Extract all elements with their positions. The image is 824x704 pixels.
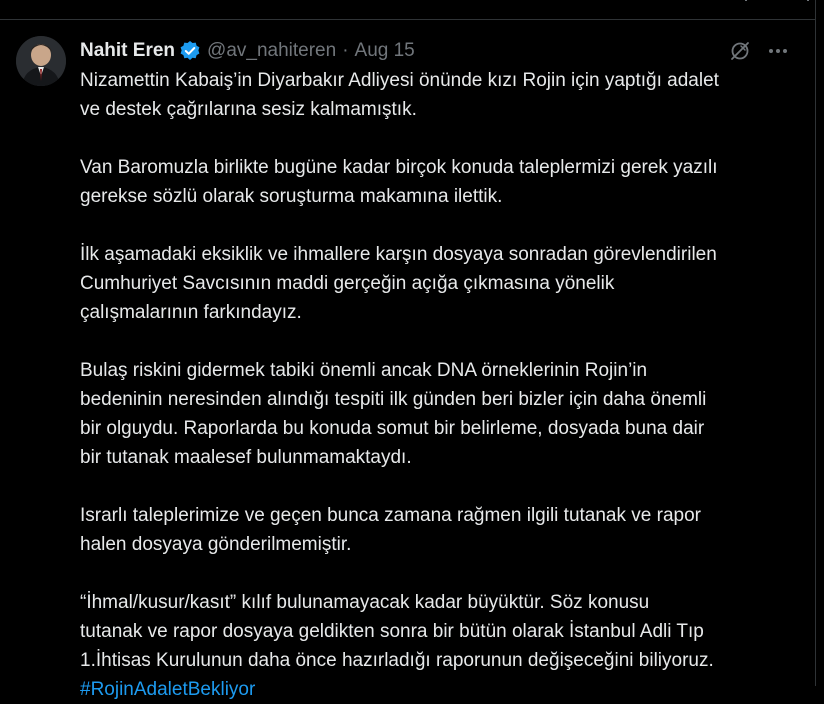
share-icon[interactable] — [800, 0, 816, 6]
tweet-header: Nahit Eren @av_nahiteren · Aug 15 — [80, 39, 415, 63]
tweet-actions-top — [729, 40, 789, 62]
verified-badge-icon — [179, 40, 201, 62]
tweet-paragraph: İlk aşamadaki eksiklik ve ihmallere karş… — [80, 244, 717, 323]
tweet-paragraph: Van Baromuzla birlikte bugüne kadar birç… — [80, 157, 718, 207]
tweet-paragraph: Nizamettin Kabaiş’in Diyarbakır Adliyesi… — [80, 70, 719, 120]
hashtag-link[interactable]: #RojinAdaletBekliyor — [80, 675, 800, 704]
tweet-paragraph: “İhmal/kusur/kasıt” kılıf bulunamayacak … — [80, 592, 714, 671]
header-separator: · — [342, 40, 349, 61]
bookmark-icon[interactable] — [744, 0, 760, 6]
timeline-column: Nahit Eren @av_nahiteren · Aug 15 Nizame… — [0, 0, 816, 700]
tweet-paragraph: Israrlı taleplerimize ve geçen bunca zam… — [80, 505, 701, 555]
previous-tweet-bottom — [0, 0, 816, 20]
display-name[interactable]: Nahit Eren — [80, 40, 175, 62]
avatar[interactable] — [16, 36, 66, 86]
tweet-date[interactable]: Aug 15 — [355, 40, 415, 62]
author-handle[interactable]: @av_nahiteren — [207, 40, 336, 62]
grok-icon[interactable] — [729, 40, 751, 62]
tweet-paragraph: Bulaş riskini gidermek tabiki önemli anc… — [80, 360, 707, 468]
tweet-text: Nizamettin Kabaiş’in Diyarbakır Adliyesi… — [80, 66, 800, 704]
more-icon[interactable] — [767, 40, 789, 62]
